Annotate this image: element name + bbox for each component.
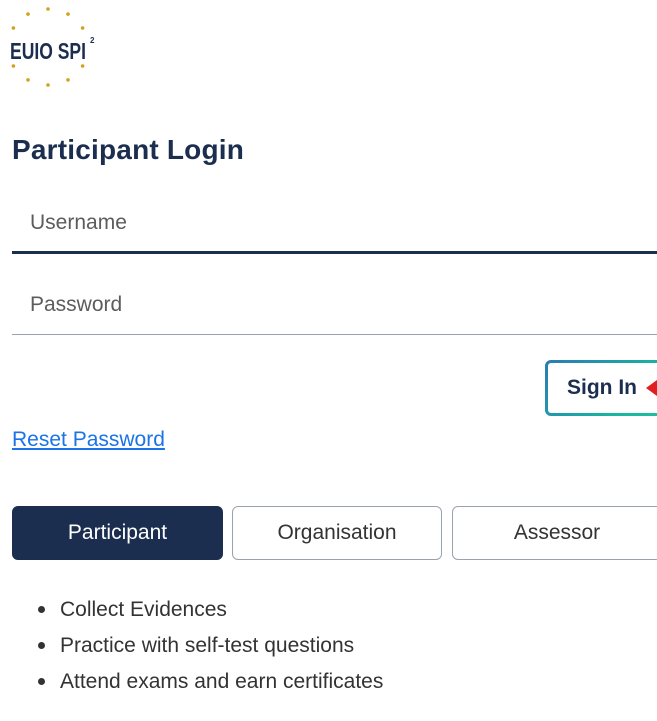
bullet-icon xyxy=(38,606,45,613)
list-item: Collect Evidences xyxy=(36,596,383,632)
list-item-text: Collect Evidences xyxy=(60,598,227,621)
tab-participant[interactable]: Participant xyxy=(12,506,223,560)
logo-star-icon xyxy=(11,26,16,30)
logo-star-icon xyxy=(11,64,16,68)
sign-in-button[interactable]: Sign In xyxy=(545,360,657,416)
login-page: EUIO SPI 2 Participant Login Sign In Res… xyxy=(0,0,657,721)
red-arrow-icon xyxy=(646,380,657,396)
list-item-text: Attend exams and earn certificates xyxy=(60,670,384,693)
logo-star-icon xyxy=(46,7,50,11)
euro-spi-logo: EUIO SPI 2 xyxy=(4,4,108,90)
page-title: Participant Login xyxy=(12,134,245,165)
password-field xyxy=(12,275,657,335)
logo-star-icon xyxy=(66,12,70,16)
logo-star-icon xyxy=(46,83,50,87)
list-item: Practice with self-test questions xyxy=(36,632,383,668)
bullet-icon xyxy=(38,678,45,685)
username-field xyxy=(12,194,657,254)
logo-star-icon xyxy=(26,12,30,16)
bullet-icon xyxy=(38,642,45,649)
logo-star-icon xyxy=(66,78,70,82)
list-item: Attend exams and earn certificates xyxy=(36,668,383,704)
tab-organisation[interactable]: Organisation xyxy=(232,506,442,560)
list-item-text: Practice with self-test questions xyxy=(60,634,355,657)
feature-list: Collect Evidences Practice with self-tes… xyxy=(36,596,383,704)
password-input[interactable] xyxy=(12,275,657,334)
logo-star-icon xyxy=(26,78,30,82)
reset-password-link[interactable]: Reset Password xyxy=(12,428,165,452)
username-input[interactable] xyxy=(12,194,657,251)
logo-superscript: 2 xyxy=(90,36,95,45)
logo-star-icon xyxy=(80,64,85,68)
logo-star-icon xyxy=(80,26,85,30)
logo-text: EUIO SPI xyxy=(10,38,86,64)
tab-assessor[interactable]: Assessor xyxy=(452,506,657,560)
